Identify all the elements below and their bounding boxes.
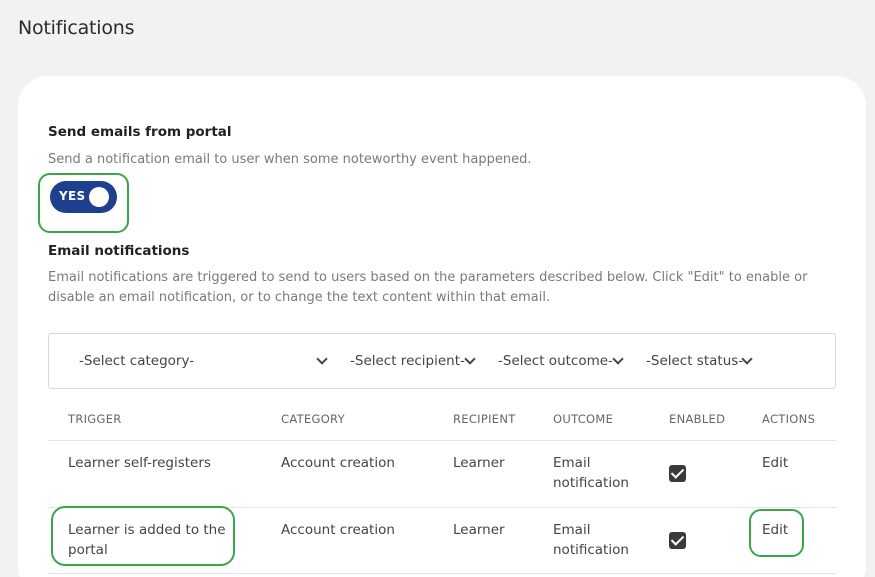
- chevron-down-icon: [612, 353, 624, 365]
- email-notifications-description-line2: disable an email notification, or to cha…: [48, 290, 551, 305]
- row-category: Account creation: [281, 522, 395, 538]
- email-notifications-title: Email notifications: [48, 243, 190, 259]
- header-recipient: RECIPIENT: [453, 412, 516, 426]
- header-category: CATEGORY: [281, 412, 345, 426]
- row-divider: [48, 440, 836, 441]
- outcome-select-value: -Select outcome-: [498, 353, 613, 369]
- page-title: Notifications: [18, 17, 135, 39]
- header-outcome: OUTCOME: [553, 412, 614, 426]
- chevron-down-icon: [316, 353, 328, 365]
- enabled-checkbox[interactable]: [669, 465, 686, 482]
- send-emails-toggle[interactable]: YES: [50, 181, 117, 213]
- status-select-value: -Select status-: [646, 353, 744, 369]
- row-divider: [48, 507, 836, 508]
- send-emails-description: Send a notification email to user when s…: [48, 152, 532, 167]
- recipient-select-value: -Select recipient-: [350, 353, 465, 369]
- row-trigger-line2: portal: [68, 542, 108, 558]
- toggle-label: YES: [59, 189, 86, 203]
- header-enabled: ENABLED: [669, 412, 726, 426]
- notifications-card: Send emails from portal Send a notificat…: [18, 76, 866, 577]
- row-outcome-line2: notification: [553, 475, 629, 491]
- row-recipient: Learner: [453, 522, 505, 538]
- header-actions: ACTIONS: [762, 412, 816, 426]
- row-recipient: Learner: [453, 455, 505, 471]
- edit-link[interactable]: Edit: [762, 522, 788, 538]
- row-trigger: Learner self-registers: [68, 455, 211, 471]
- email-notifications-description-line1: Email notifications are triggered to sen…: [48, 270, 808, 285]
- row-divider: [48, 573, 836, 574]
- row-outcome-line2: notification: [553, 542, 629, 558]
- recipient-select[interactable]: -Select recipient-: [350, 353, 465, 369]
- status-select[interactable]: -Select status-: [646, 353, 743, 369]
- row-category: Account creation: [281, 455, 395, 471]
- category-select-value: -Select category-: [79, 353, 195, 369]
- category-select[interactable]: -Select category-: [79, 353, 194, 369]
- header-trigger: TRIGGER: [68, 412, 122, 426]
- enabled-checkbox[interactable]: [669, 532, 686, 549]
- filter-bar: -Select category- -Select recipient- -Se…: [48, 333, 836, 389]
- row-outcome-line1: Email: [553, 522, 591, 538]
- chevron-down-icon: [464, 353, 476, 365]
- row-trigger-line1: Learner is added to the: [68, 522, 226, 538]
- edit-link[interactable]: Edit: [762, 455, 788, 471]
- send-emails-title: Send emails from portal: [48, 124, 232, 140]
- outcome-select[interactable]: -Select outcome-: [498, 353, 613, 369]
- toggle-knob: [89, 187, 109, 207]
- row-outcome-line1: Email: [553, 455, 591, 471]
